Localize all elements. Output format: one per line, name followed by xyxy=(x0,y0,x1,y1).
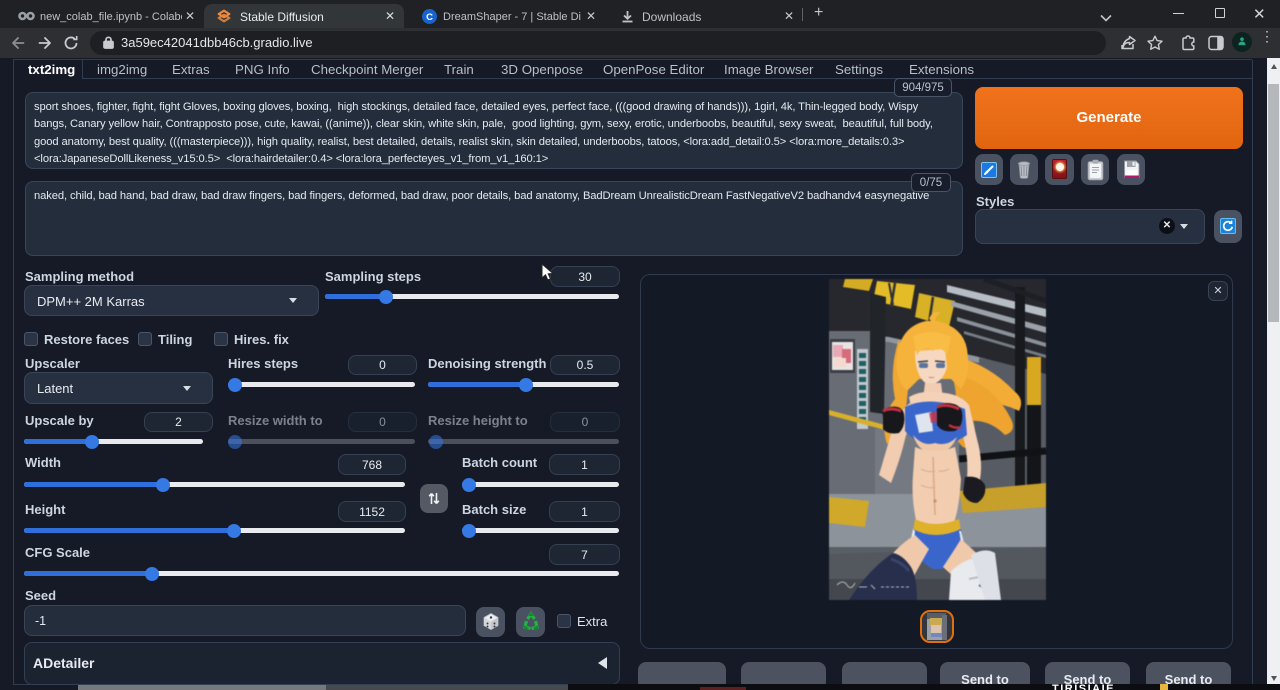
svg-text:C: C xyxy=(426,12,433,23)
